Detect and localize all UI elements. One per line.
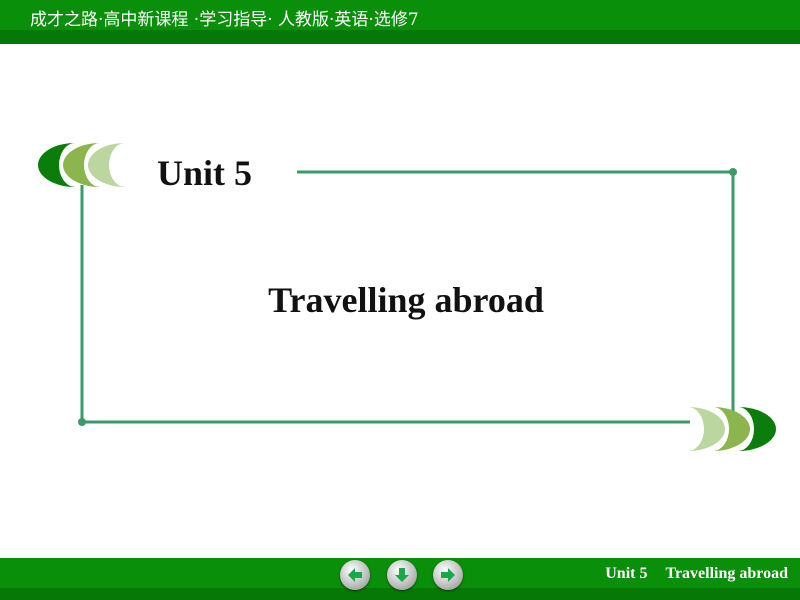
frame-dot [729,168,737,176]
frame-dot [78,418,86,426]
crescent-icon [88,143,125,187]
footer-topic: Travelling abroad [665,565,788,582]
slide-subtitle: Travelling abroad [268,280,544,320]
crescents-right [688,407,776,451]
next-button[interactable] [433,560,463,590]
footer-label: Unit 5 Travelling abroad [605,565,788,583]
previous-button[interactable] [340,560,370,590]
slide-title: Unit 5 [157,153,253,193]
arrow-down-icon [395,568,409,582]
arrow-left-icon [348,568,362,582]
menu-down-button[interactable] [387,560,417,590]
crescent-icon [688,407,725,451]
footer-unit: Unit 5 [605,565,648,582]
crescents-left [38,143,125,187]
arrow-right-icon [441,568,455,582]
